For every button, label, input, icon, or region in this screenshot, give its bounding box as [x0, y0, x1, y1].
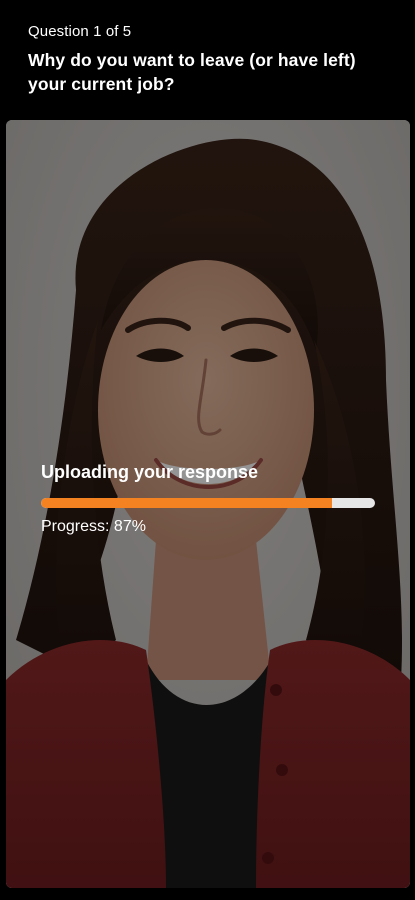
question-text: Why do you want to leave (or have left) …: [28, 50, 356, 94]
upload-progress-label: Progress: 87%: [41, 518, 146, 535]
upload-title: Uploading your response: [41, 462, 259, 482]
upload-progress-bar: [41, 498, 375, 508]
question-counter: Question 1 of 5: [28, 23, 132, 40]
upload-progress-fill: [41, 498, 332, 508]
video-preview: Uploading your response Progress: 87%: [6, 120, 410, 888]
upload-status-panel: Uploading your response Progress: 87%: [41, 460, 375, 538]
question-header: Question 1 of 5 Why do you want to leave…: [28, 22, 398, 96]
